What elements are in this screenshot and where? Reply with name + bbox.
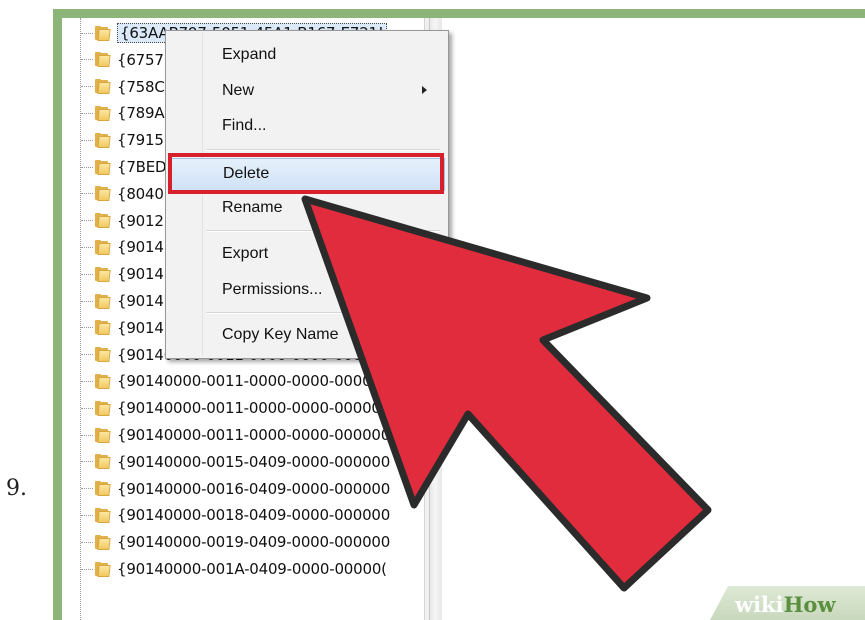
registry-key-label: {90140000-001A-0409-0000-00000( (117, 560, 387, 578)
tree-row[interactable]: {90140000-0019-0409-0000-000000 (62, 529, 424, 555)
tree-row[interactable]: {90140000-0016-0409-0000-000000 (62, 476, 424, 502)
folder-icon (94, 25, 111, 41)
registry-key-label: {9014( (117, 318, 170, 337)
tree-connector (81, 300, 93, 302)
menu-item-copy-key-name[interactable]: Copy Key Name (169, 320, 445, 353)
registry-values-pane[interactable] (442, 18, 865, 620)
folder-icon (94, 79, 111, 95)
registry-key-label: {7BED (117, 158, 167, 176)
tree-row[interactable]: {90140000-0015-0409-0000-000000 (62, 449, 424, 475)
registry-key-label: {9014( (117, 292, 170, 310)
tree-connector (81, 380, 93, 382)
wikihow-watermark-how: How (783, 592, 836, 617)
folder-icon (94, 105, 111, 121)
folder-icon (94, 347, 111, 363)
tree-connector (81, 32, 93, 34)
menu-item-export-label: Export (222, 245, 269, 262)
registry-key-label: {6757! (117, 50, 170, 69)
folder-icon (94, 454, 111, 470)
tree-connector (81, 354, 93, 356)
folder-icon (94, 266, 111, 282)
wikihow-watermark-wiki: wiki (735, 592, 784, 617)
wikihow-watermark: wikiHow (735, 592, 836, 617)
folder-icon (94, 159, 111, 175)
tree-connector (81, 246, 93, 248)
menu-item-expand[interactable]: Expand (169, 40, 445, 73)
tree-connector (81, 541, 93, 543)
tree-connector (81, 434, 93, 436)
delete-highlight-box (168, 153, 444, 194)
tree-connector (81, 59, 93, 61)
menu-separator (206, 230, 440, 232)
registry-key-label: {90140000-0011-0000-0000-000000 (117, 426, 391, 444)
menu-separator (206, 149, 440, 151)
folder-icon (94, 400, 111, 416)
registry-key-label: {90140000-0011-0000-0000-000000 (117, 399, 391, 418)
menu-item-new[interactable]: New (169, 76, 445, 109)
submenu-arrow-icon (422, 86, 427, 94)
tree-connector (81, 139, 93, 141)
menu-item-rename-label: Rename (222, 199, 283, 216)
tree-row[interactable]: {90140000-0011-0000-0000-000000 (62, 422, 424, 448)
menu-item-permissions-label: Permissions... (222, 281, 323, 298)
folder-icon (94, 213, 111, 229)
folder-icon (94, 320, 111, 336)
menu-item-find-label: Find... (222, 117, 267, 134)
tree-connector (81, 514, 93, 516)
registry-key-label: {90140000-0016-0409-0000-000000 (117, 479, 391, 498)
step-number: 9. (6, 476, 27, 501)
menu-item-permissions[interactable]: Permissions... (169, 275, 445, 308)
tree-connector (81, 86, 93, 88)
folder-icon (94, 132, 111, 148)
registry-key-label: {90140000-0011-0000-0000-00000 (117, 372, 381, 391)
tree-connector (81, 273, 93, 275)
folder-icon (94, 239, 111, 255)
folder-icon (94, 481, 111, 497)
folder-icon (94, 561, 111, 577)
tree-connector (81, 166, 93, 168)
registry-key-label: {7915! (117, 131, 170, 150)
folder-icon (94, 186, 111, 202)
tree-row[interactable]: {90140000-0011-0000-0000-000000 (62, 395, 424, 421)
folder-icon (94, 373, 111, 389)
folder-icon (94, 507, 111, 523)
registry-key-label: {789A (117, 104, 165, 123)
tree-connector (81, 568, 93, 570)
tree-row[interactable]: {90140000-001A-0409-0000-00000( (62, 556, 424, 582)
registry-key-label: {9012( (117, 211, 170, 230)
registry-key-label: {8040 (117, 184, 164, 203)
registry-key-label: {90140000-0018-0409-0000-000000 (117, 506, 391, 525)
menu-item-find[interactable]: Find... (169, 111, 445, 144)
registry-key-label: {758C (117, 77, 165, 96)
menu-item-rename[interactable]: Rename (169, 193, 445, 226)
menu-item-expand-label: Expand (222, 46, 277, 63)
folder-icon (94, 52, 111, 68)
folder-icon (94, 534, 111, 550)
registry-key-label: {9014( (117, 265, 170, 284)
menu-separator (206, 312, 440, 314)
tree-connector (81, 112, 93, 114)
registry-key-label: {90140000-0015-0409-0000-000000 (117, 452, 391, 471)
tree-row[interactable]: {90140000-0018-0409-0000-000000 (62, 502, 424, 528)
folder-icon (94, 427, 111, 443)
folder-icon (94, 293, 111, 309)
registry-key-label: {9014( (117, 238, 170, 257)
tree-connector (81, 407, 93, 409)
menu-item-export[interactable]: Export (169, 239, 445, 272)
tree-connector (81, 488, 93, 490)
menu-item-new-label: New (222, 82, 255, 99)
tree-connector (81, 193, 93, 195)
tree-row[interactable]: {90140000-0011-0000-0000-00000 (62, 368, 424, 394)
tree-connector (81, 220, 93, 222)
tree-connector (81, 327, 93, 329)
tree-connector (81, 461, 93, 463)
menu-item-copy-key-name-label: Copy Key Name (222, 326, 339, 343)
registry-key-label: {90140000-0019-0409-0000-000000 (117, 533, 391, 552)
context-menu: Expand New Find... Delete Rename Export … (165, 30, 449, 359)
